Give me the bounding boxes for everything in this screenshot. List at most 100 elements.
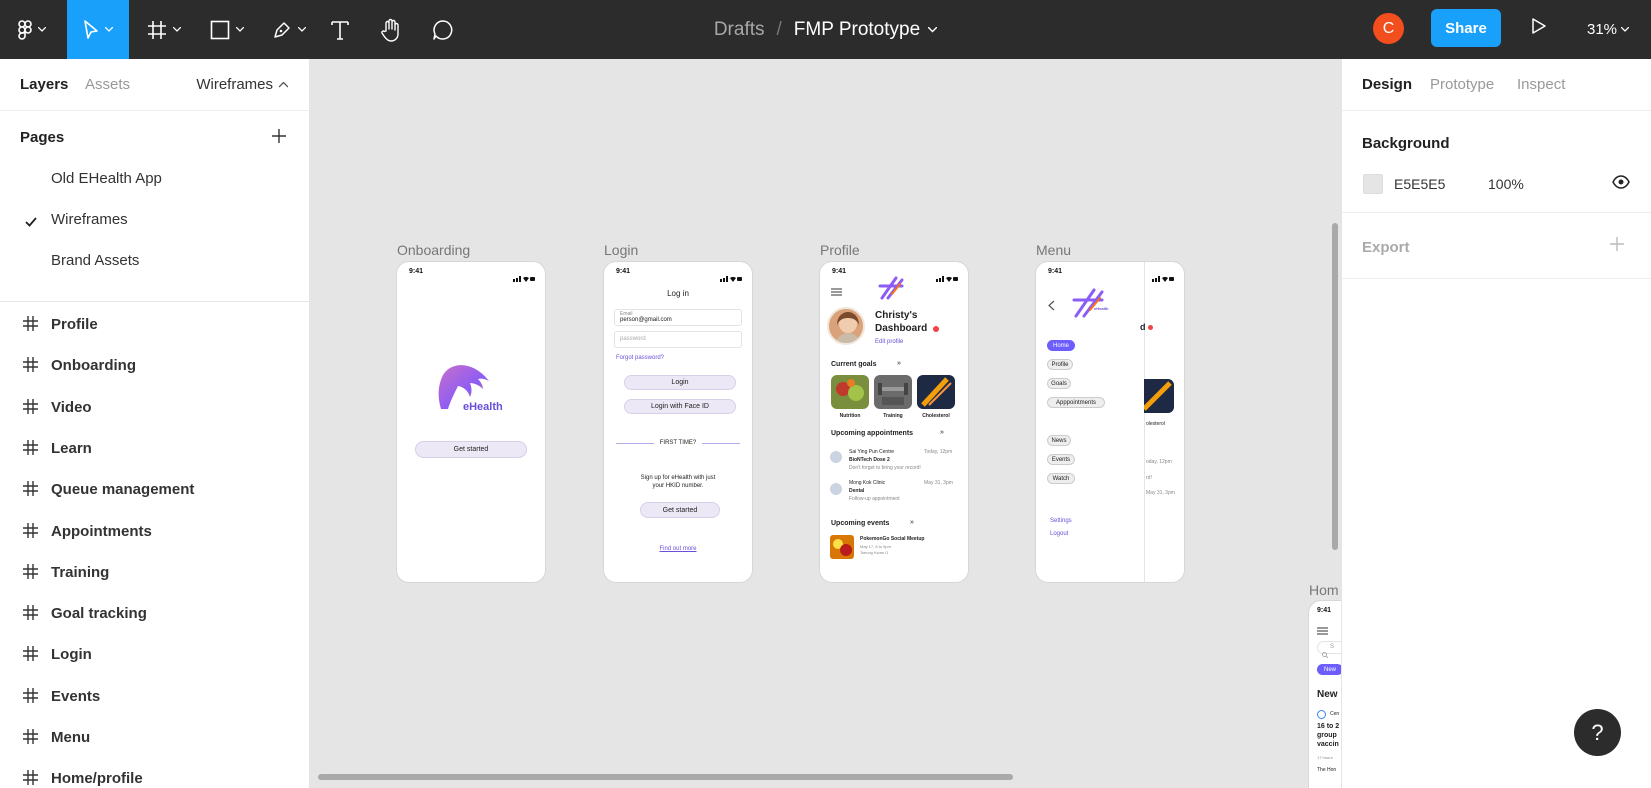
page-selector[interactable]: Wireframes — [196, 76, 288, 93]
layer-item-queue-management[interactable]: Queue management — [0, 472, 309, 508]
chevron-right-icon[interactable]: » — [940, 429, 944, 436]
logout-link[interactable]: Logout — [1050, 531, 1068, 537]
settings-link[interactable]: Settings — [1050, 518, 1072, 524]
menu-item-goals[interactable]: Goals — [1047, 378, 1071, 389]
layer-item-goal-tracking[interactable]: Goal tracking — [0, 596, 309, 632]
frame-label-onboarding[interactable]: Onboarding — [397, 242, 470, 258]
frame-label-menu[interactable]: Menu — [1036, 242, 1071, 258]
menu-item-news[interactable]: News — [1047, 435, 1071, 446]
layer-item-events[interactable]: Events — [0, 679, 309, 715]
help-button[interactable]: ? — [1574, 709, 1621, 756]
search-input[interactable]: S — [1317, 641, 1341, 659]
chevron-up-icon — [279, 81, 288, 87]
login-button[interactable]: Login — [624, 375, 736, 390]
page-item-brand-assets[interactable]: Brand Assets — [0, 243, 309, 279]
tab-assets[interactable]: Assets — [85, 76, 130, 93]
get-started-button[interactable]: Get started — [415, 441, 527, 458]
add-export-button[interactable] — [1610, 237, 1624, 256]
comment-tool-button[interactable] — [430, 0, 456, 59]
breadcrumb-separator: / — [776, 18, 782, 40]
layer-item-home-profile[interactable]: Home/profile — [0, 761, 309, 788]
email-field[interactable]: Email person@gmail.com — [614, 309, 742, 326]
frame-onboarding[interactable]: 9:41 eHealth Get started — [397, 262, 545, 582]
horizontal-scrollbar[interactable] — [318, 774, 1013, 780]
goal-image-nutrition[interactable] — [831, 375, 869, 409]
tab-layers[interactable]: Layers — [20, 76, 68, 93]
back-arrow-icon[interactable] — [1048, 298, 1055, 316]
layer-item-onboarding[interactable]: Onboarding — [0, 348, 309, 384]
forgot-password-link[interactable]: Forgot password? — [616, 355, 664, 361]
vertical-scrollbar[interactable] — [1332, 223, 1338, 550]
goal-label: Nutrition — [839, 413, 861, 419]
page-item-old-ehealth-app[interactable]: Old EHealth App — [0, 161, 309, 197]
hamburger-icon[interactable] — [831, 283, 842, 301]
frame-profile[interactable]: 9:41 Christy's Dashboard Edit profile Cu… — [820, 262, 968, 582]
edit-profile-link[interactable]: Edit profile — [875, 339, 903, 345]
frame-label-login[interactable]: Login — [604, 242, 638, 258]
breadcrumb-drafts[interactable]: Drafts — [714, 19, 765, 41]
layer-item-learn[interactable]: Learn — [0, 431, 309, 467]
text-icon — [331, 20, 349, 40]
frame-label-profile[interactable]: Profile — [820, 242, 860, 258]
avatar[interactable]: C — [1373, 13, 1404, 44]
background-opacity-input[interactable]: 100% — [1488, 176, 1524, 192]
add-page-button[interactable] — [268, 125, 290, 147]
hand-tool-button[interactable] — [377, 0, 405, 59]
hamburger-icon[interactable] — [1317, 622, 1328, 640]
find-out-more-link[interactable]: Find out more — [604, 546, 752, 552]
goal-image-cholesterol[interactable] — [917, 375, 955, 409]
background-hex-input[interactable]: E5E5E5 — [1394, 176, 1445, 192]
visibility-eye-icon[interactable] — [1612, 175, 1630, 194]
frame-menu[interactable]: 9:41 olesterol oday, 12pm rd! May 31, 3p… — [1036, 262, 1184, 582]
page-item-wireframes[interactable]: Wireframes — [0, 202, 309, 238]
frame-hash-icon — [147, 20, 167, 40]
pen-tool-button[interactable] — [265, 0, 313, 59]
get-started-button[interactable]: Get started — [640, 502, 720, 518]
layer-item-training[interactable]: Training — [0, 555, 309, 591]
upcoming-events-title: Upcoming events — [831, 520, 890, 527]
goal-label: Cholesterol — [922, 413, 950, 419]
layer-item-login[interactable]: Login — [0, 637, 309, 673]
tab-design[interactable]: Design — [1362, 76, 1412, 93]
layer-item-menu[interactable]: Menu — [0, 720, 309, 756]
tab-prototype[interactable]: Prototype — [1430, 76, 1494, 93]
text-tool-button[interactable] — [328, 0, 352, 59]
frame-login[interactable]: 9:41 Log in Email person@gmail.com passw… — [604, 262, 752, 582]
zoom-menu[interactable]: 31% — [1587, 0, 1630, 59]
background-color-swatch[interactable] — [1363, 174, 1383, 194]
frame-tool-button[interactable] — [140, 0, 188, 59]
peek-image — [1142, 379, 1174, 413]
goal-image-training[interactable] — [874, 375, 912, 409]
menu-item-profile[interactable]: Profile — [1047, 359, 1073, 370]
news-badge[interactable]: New — [1317, 664, 1341, 675]
frame-hash-icon — [23, 522, 38, 543]
frame-label-home[interactable]: Hom — [1309, 582, 1339, 598]
login-face-id-button[interactable]: Login with Face ID — [624, 399, 736, 414]
chevron-right-icon[interactable]: » — [897, 360, 901, 367]
share-button[interactable]: Share — [1431, 9, 1501, 47]
file-name-menu[interactable]: FMP Prototype — [793, 18, 938, 41]
chevron-down-icon — [105, 27, 113, 32]
chevron-right-icon[interactable]: » — [910, 519, 914, 526]
appointment-note: Follow-up appointment — [849, 496, 900, 502]
password-field[interactable]: password — [614, 331, 742, 348]
layer-item-video[interactable]: Video — [0, 390, 309, 426]
menu-item-appointments[interactable]: Apppointments — [1047, 397, 1105, 408]
ehealth-logo-icon — [1072, 286, 1112, 323]
menu-item-home[interactable]: Home — [1047, 340, 1075, 351]
tab-inspect[interactable]: Inspect — [1517, 76, 1565, 93]
shape-tool-button[interactable] — [203, 0, 251, 59]
main-menu-button[interactable] — [10, 0, 54, 59]
layer-item-profile[interactable]: Profile — [0, 307, 309, 343]
file-name: FMP Prototype — [793, 18, 921, 40]
layer-item-appointments[interactable]: Appointments — [0, 514, 309, 550]
menu-item-watch[interactable]: Watch — [1047, 473, 1075, 484]
frame-home[interactable]: 9:41 S New New Cen 16 to 2 group vaccin … — [1309, 601, 1341, 788]
canvas[interactable]: Onboarding 9:41 eHealth Get started Logi… — [310, 59, 1341, 788]
menu-item-events[interactable]: Events — [1047, 454, 1075, 465]
move-tool-button[interactable] — [67, 0, 129, 59]
status-time: 9:41 — [832, 268, 847, 275]
frame-hash-icon — [23, 770, 38, 788]
present-button[interactable] — [1526, 15, 1552, 41]
right-panel: Design Prototype Inspect Background E5E5… — [1341, 59, 1651, 788]
